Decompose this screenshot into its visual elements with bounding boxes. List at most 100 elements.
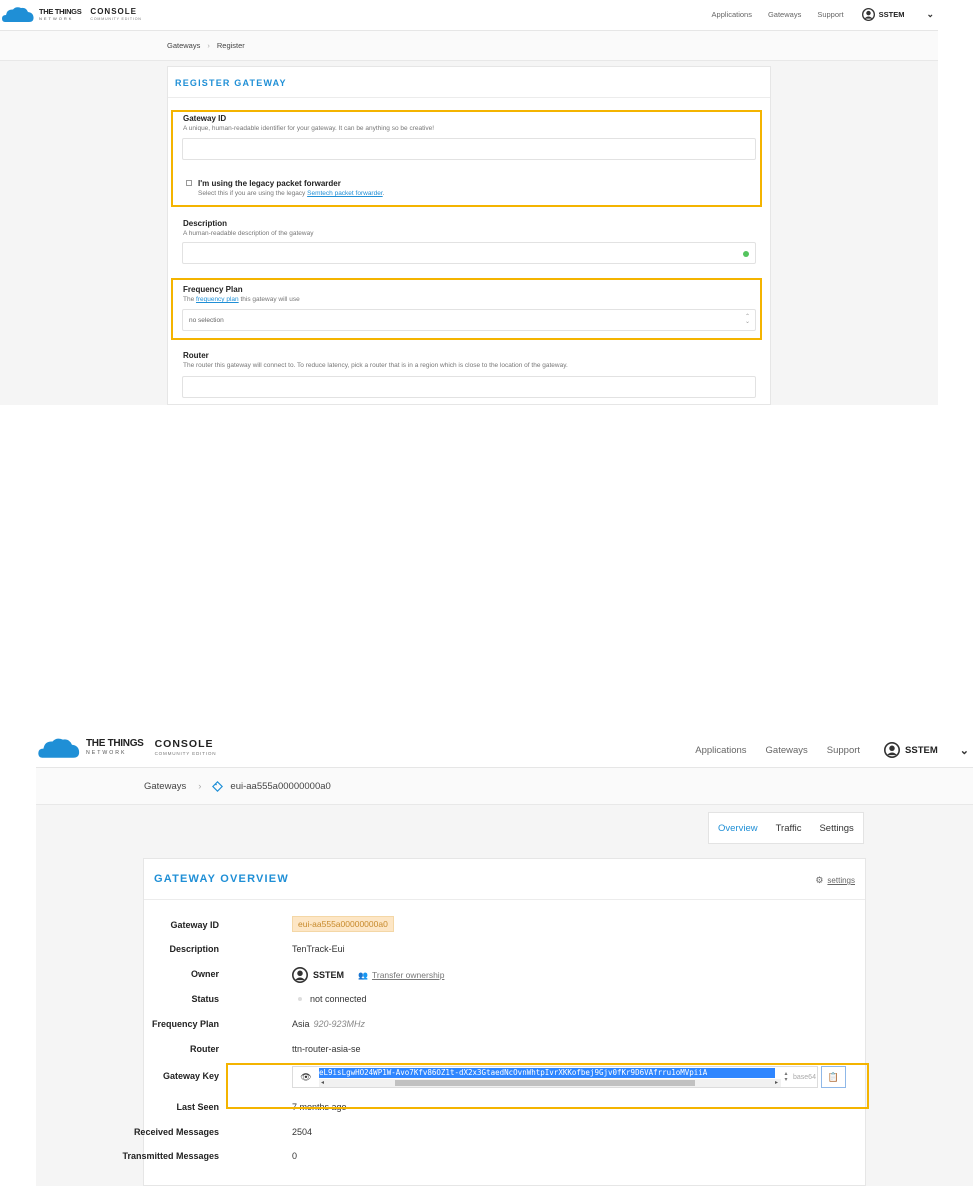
breadcrumb: Gateways › Register — [0, 31, 938, 61]
owner-name: SSTEM — [313, 970, 345, 980]
received-value: 2504 — [292, 1127, 313, 1137]
row-received-messages: Received Messages 2504 — [134, 1127, 865, 1141]
top-nav: Applications Gateways Support SSTEM ⌄ — [712, 8, 934, 21]
user-name-2: SSTEM — [905, 744, 938, 756]
router-value: ttn-router-asia-se — [292, 1044, 361, 1054]
panel-title-2: GATEWAY OVERVIEW — [154, 873, 289, 885]
settings-link[interactable]: ⚙ settings — [815, 875, 855, 886]
owner-avatar-icon — [292, 967, 308, 983]
gateway-tag-icon — [212, 780, 224, 792]
row-owner: Owner SSTEM 👥 Transfer ownership — [144, 967, 865, 983]
gateway-overview-panel: GATEWAY OVERVIEW ⚙ settings Gateway ID e… — [122, 858, 866, 1186]
frequency-plan-label-2: Frequency Plan — [151, 1019, 219, 1029]
console-title: CONSOLE — [90, 6, 137, 16]
row-transmitted-messages: Transmitted Messages 0 — [122, 1151, 865, 1165]
tab-overview[interactable]: Overview — [709, 813, 767, 843]
breadcrumb-register: Register — [216, 41, 245, 50]
breadcrumb-2: Gateways › eui-aa555a00000000a0 — [36, 768, 973, 805]
row-frequency-plan: Frequency Plan Asia 920-923MHz — [144, 1019, 865, 1033]
ttn-logo[interactable]: THE THINGS NETWORK CONSOLE COMMUNITY EDI… — [2, 6, 142, 23]
row-status: Status not connected — [144, 994, 865, 1008]
status-value: not connected — [292, 994, 367, 1004]
transmitted-value: 0 — [292, 1151, 298, 1161]
description-label: Description — [183, 219, 228, 228]
router-label-2: Router — [190, 1044, 219, 1054]
ttn-logo-2[interactable]: THE THINGS NETWORK CONSOLE COMMUNITY EDI… — [38, 737, 216, 759]
description-group: Description A human-readable description… — [183, 219, 313, 237]
panel-divider — [168, 97, 770, 98]
cloud-icon — [38, 738, 80, 758]
brand-text-2: THE THINGS NETWORK — [86, 739, 144, 756]
gateway-id-value: eui-aa555a00000000a0 — [292, 916, 394, 932]
gear-icon: ⚙ — [815, 875, 824, 885]
breadcrumb-gateways[interactable]: Gateways — [167, 41, 200, 50]
chevron-down-icon: ⌄ — [926, 9, 934, 19]
user-avatar-icon — [861, 8, 875, 21]
tab-settings[interactable]: Settings — [810, 813, 862, 843]
top-nav-2: Applications Gateways Support SSTEM ⌄ — [695, 742, 969, 758]
router-label: Router — [183, 351, 209, 360]
status-dot-icon — [298, 997, 302, 1001]
nav-applications[interactable]: Applications — [695, 745, 746, 756]
frequency-plan-range: 920-923MHz — [313, 1019, 366, 1029]
brand-name-2: THE THINGS — [86, 738, 144, 750]
gateway-overview-screenshot: THE THINGS NETWORK CONSOLE COMMUNITY EDI… — [36, 731, 973, 1186]
router-help: The router this gateway will connect to.… — [183, 362, 568, 369]
nav-gateways[interactable]: Gateways — [766, 745, 808, 756]
row-gateway-id: Gateway ID eui-aa555a00000000a0 — [144, 916, 865, 933]
panel-title: REGISTER GATEWAY — [175, 78, 287, 88]
nav-applications[interactable]: Applications — [712, 10, 752, 19]
row-router: Router ttn-router-asia-se — [144, 1044, 865, 1058]
gateway-tabs: Overview Traffic Settings — [708, 812, 864, 844]
nav-support[interactable]: Support — [827, 745, 860, 756]
gateway-key-label: Gateway Key — [162, 1071, 219, 1081]
breadcrumb-gateways[interactable]: Gateways — [144, 781, 186, 792]
transfer-ownership-link[interactable]: Transfer ownership — [372, 970, 444, 980]
router-group: Router The router this gateway will conn… — [183, 351, 568, 369]
brand-text: THE THINGS NETWORK — [39, 6, 82, 22]
console-edition: COMMUNITY EDITION — [90, 16, 142, 21]
description-input[interactable] — [182, 242, 756, 264]
user-menu-2[interactable]: SSTEM ⌄ — [884, 742, 969, 758]
received-label: Received Messages — [133, 1127, 219, 1137]
cloud-icon — [2, 7, 34, 22]
chevron-right-icon: › — [198, 780, 202, 792]
console-edition-2: COMMUNITY EDITION — [154, 750, 217, 756]
gateway-id-badge: eui-aa555a00000000a0 — [292, 916, 394, 932]
user-menu[interactable]: SSTEM ⌄ — [861, 8, 934, 21]
top-navbar-2: THE THINGS NETWORK CONSOLE COMMUNITY EDI… — [36, 731, 973, 768]
chevron-right-icon: › — [207, 41, 210, 50]
console-text: CONSOLE COMMUNITY EDITION — [90, 6, 142, 22]
description-label-2: Description — [169, 944, 219, 954]
brand-network: NETWORK — [39, 16, 74, 22]
panel-divider-2 — [144, 899, 865, 900]
settings-link-text: settings — [827, 876, 855, 885]
owner-value: SSTEM 👥 Transfer ownership — [292, 967, 444, 983]
status-text: not connected — [310, 994, 367, 1004]
brand-network-2: NETWORK — [86, 750, 127, 757]
valid-check-icon — [743, 251, 749, 257]
row-description: Description TenTrack-Eui — [144, 944, 865, 958]
highlight-gateway-key — [226, 1063, 869, 1109]
tab-traffic[interactable]: Traffic — [767, 813, 811, 843]
description-value: TenTrack-Eui — [292, 944, 345, 954]
chevron-down-icon: ⌄ — [959, 744, 969, 757]
transmitted-label: Transmitted Messages — [122, 1151, 219, 1161]
frequency-plan-region: Asia — [292, 1019, 310, 1029]
frequency-plan-value: Asia 920-923MHz — [292, 1019, 365, 1029]
user-name: SSTEM — [878, 10, 905, 19]
status-label: Status — [191, 994, 219, 1004]
router-input[interactable] — [182, 376, 756, 398]
top-navbar: THE THINGS NETWORK CONSOLE COMMUNITY EDI… — [0, 0, 938, 31]
register-gateway-screenshot: THE THINGS NETWORK CONSOLE COMMUNITY EDI… — [0, 0, 938, 405]
nav-support[interactable]: Support — [817, 10, 843, 19]
console-title-2: CONSOLE — [154, 738, 214, 751]
transfer-users-icon: 👥 — [358, 970, 368, 980]
breadcrumb-gateway-eui: eui-aa555a00000000a0 — [230, 780, 331, 792]
nav-gateways[interactable]: Gateways — [768, 10, 801, 19]
brand-name: THE THINGS — [39, 6, 82, 16]
description-help: A human-readable description of the gate… — [183, 230, 314, 237]
user-avatar-icon — [884, 742, 901, 758]
highlight-frequency-plan — [171, 278, 762, 340]
owner-label: Owner — [190, 969, 219, 979]
